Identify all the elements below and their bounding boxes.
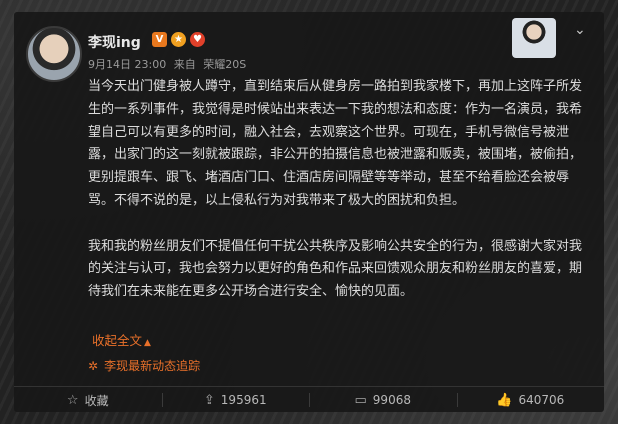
like-button[interactable]: 👍 640706 [456, 387, 605, 413]
like-count: 640706 [518, 393, 565, 407]
verified-badge-icon[interactable]: V [152, 32, 167, 47]
favorite-label: 收藏 [84, 393, 109, 408]
chevron-down-icon[interactable]: ⌄ [574, 22, 586, 38]
thumbs-up-icon: 👍 [496, 392, 513, 408]
post-time[interactable]: 9月14日 23:00 [88, 58, 166, 71]
fan-badge-icon[interactable]: ♥ [190, 32, 205, 47]
repost-button[interactable]: ⇪ 195961 [161, 387, 310, 413]
trace-link[interactable]: ✲ 李现最新动态追踪 [88, 357, 200, 374]
post-body: 当今天出门健身被人蹲守，直到结束后从健身房一路拍到我家楼下，再加上这阵子所发生的… [88, 76, 594, 304]
side-avatar[interactable] [512, 18, 556, 58]
caret-up-icon: ▲ [144, 338, 151, 348]
avatar[interactable] [26, 26, 82, 82]
repost-count: 195961 [220, 393, 267, 407]
post-paragraph: 当今天出门健身被人蹲守，直到结束后从健身房一路拍到我家楼下，再加上这阵子所发生的… [88, 79, 583, 208]
weibo-post-card: 李现ing V ★ ♥ 9月14日 23:00 来自 荣耀20S ⌄ 当今天出门… [14, 12, 604, 412]
collapse-label: 收起全文 [92, 333, 143, 348]
star-icon: ☆ [66, 392, 79, 408]
favorite-button[interactable]: ☆ 收藏 [14, 387, 162, 413]
post-meta: 9月14日 23:00 来自 荣耀20S [88, 56, 250, 72]
post-paragraph: 我和我的粉丝朋友们不提倡任何干扰公共秩序及影响公共安全的行为，很感谢大家对我的关… [88, 238, 583, 300]
source-prefix: 来自 [173, 58, 196, 71]
repost-icon: ⇪ [203, 392, 215, 408]
post-source: 荣耀20S [203, 58, 247, 71]
spark-icon: ✲ [88, 359, 99, 373]
member-badge-icon[interactable]: ★ [171, 32, 186, 47]
action-bar: ☆ 收藏 ⇪ 195961 ▭ 99068 👍 640706 [14, 386, 604, 413]
comment-count: 99068 [372, 393, 411, 407]
comment-icon: ▭ [354, 392, 367, 408]
comment-button[interactable]: ▭ 99068 [309, 387, 457, 413]
trace-label: 李现最新动态追踪 [104, 359, 201, 373]
author-name[interactable]: 李现ing [88, 32, 141, 52]
collapse-button[interactable]: 收起全文 ▲ [92, 330, 151, 349]
